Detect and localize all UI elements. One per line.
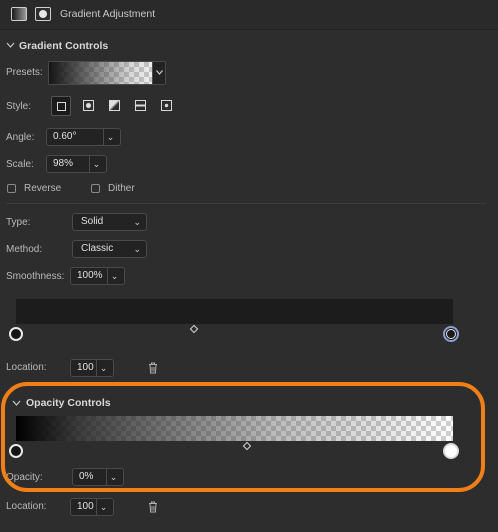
radial-style-icon: [83, 100, 94, 111]
dither-checkbox[interactable]: [91, 184, 100, 193]
chevron-down-icon: ⌄: [133, 244, 141, 254]
chevron-down-icon[interactable]: ⌄: [107, 268, 121, 284]
angle-value: 0.60°: [53, 131, 77, 142]
reverse-checkbox[interactable]: [7, 184, 16, 193]
scale-label: Scale:: [6, 159, 34, 170]
elliptical-style-icon: [109, 100, 120, 111]
smoothness-value: 100%: [77, 270, 103, 281]
presets-label: Presets:: [6, 67, 43, 78]
chevron-down-icon[interactable]: ⌄: [96, 360, 110, 376]
opacity-location-field[interactable]: 100 ⌄: [70, 498, 114, 516]
scale-value: 98%: [53, 158, 74, 169]
gradient-controls-chevron-icon[interactable]: [6, 41, 15, 51]
scale-field[interactable]: 98% ⌄: [46, 155, 107, 173]
style-conical-button[interactable]: [132, 97, 150, 115]
color-midpoint-handle[interactable]: [189, 324, 199, 334]
chevron-down-icon: ⌄: [133, 217, 141, 227]
conical-style-icon: [135, 100, 146, 111]
color-stop-start[interactable]: [9, 327, 23, 341]
trash-icon[interactable]: [148, 501, 158, 513]
dither-label: Dither: [108, 183, 135, 194]
presets-dropdown-button[interactable]: [152, 62, 165, 84]
style-linear-button[interactable]: [51, 96, 71, 116]
chevron-down-icon[interactable]: ⌄: [96, 499, 110, 515]
method-value: Classic: [81, 243, 114, 254]
trash-icon[interactable]: [148, 362, 158, 374]
angle-field[interactable]: 0.60° ⌄: [46, 128, 121, 146]
angle-label: Angle:: [6, 132, 35, 143]
chevron-down-icon[interactable]: ⌄: [103, 129, 117, 145]
opacity-location-label: Location:: [6, 501, 47, 512]
smoothness-label: Smoothness:: [6, 271, 65, 282]
gradient-layer-icon[interactable]: [11, 7, 27, 21]
chevron-down-icon: [156, 70, 163, 75]
style-bitmap-button[interactable]: [158, 97, 176, 115]
type-label: Type:: [6, 217, 31, 228]
type-select[interactable]: Solid ⌄: [72, 213, 147, 231]
method-label: Method:: [6, 244, 43, 255]
color-location-field[interactable]: 100 ⌄: [70, 359, 114, 377]
gradient-controls-title: Gradient Controls: [19, 40, 109, 52]
chevron-down-icon[interactable]: ⌄: [89, 156, 103, 172]
reverse-label: Reverse: [24, 183, 62, 194]
smoothness-field[interactable]: 100% ⌄: [70, 267, 125, 285]
color-location-label: Location:: [6, 362, 47, 373]
color-stop-end-selected[interactable]: [443, 326, 459, 342]
mask-icon[interactable]: [35, 7, 51, 21]
panel-title: Gradient Adjustment: [60, 8, 156, 20]
linear-style-icon: [57, 102, 66, 111]
bitmap-style-icon: [161, 100, 172, 111]
opacity-location-value: 100: [77, 501, 94, 512]
color-location-value: 100: [77, 362, 94, 373]
presets-swatch[interactable]: [48, 61, 166, 85]
style-elliptical-button[interactable]: [106, 97, 124, 115]
color-gradient-bar[interactable]: [16, 299, 453, 324]
type-value: Solid: [81, 216, 104, 227]
style-label: Style:: [6, 101, 32, 112]
highlight-annotation-ring: [1, 382, 485, 492]
section-divider: [6, 203, 486, 204]
method-select[interactable]: Classic ⌄: [72, 240, 147, 258]
style-radial-button[interactable]: [80, 97, 98, 115]
